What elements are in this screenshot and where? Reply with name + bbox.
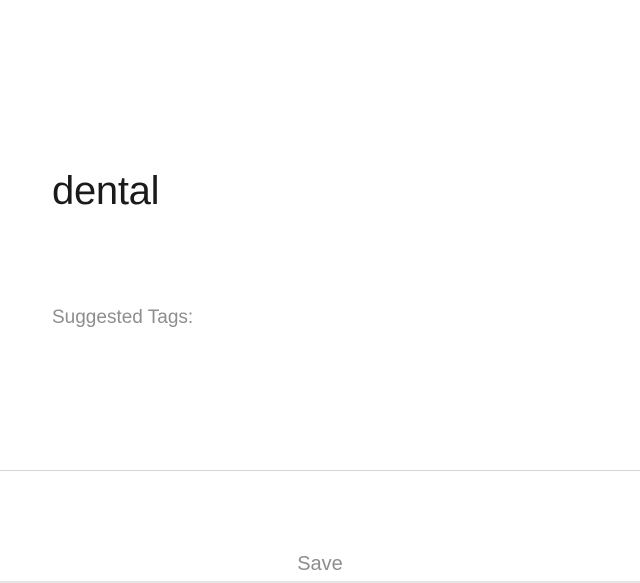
footer-divider: [0, 470, 640, 471]
save-button[interactable]: Save: [0, 540, 640, 583]
suggested-tags-label: Suggested Tags:: [52, 307, 194, 328]
suggested-tags-list: [52, 340, 592, 450]
tag-input[interactable]: [52, 166, 592, 216]
